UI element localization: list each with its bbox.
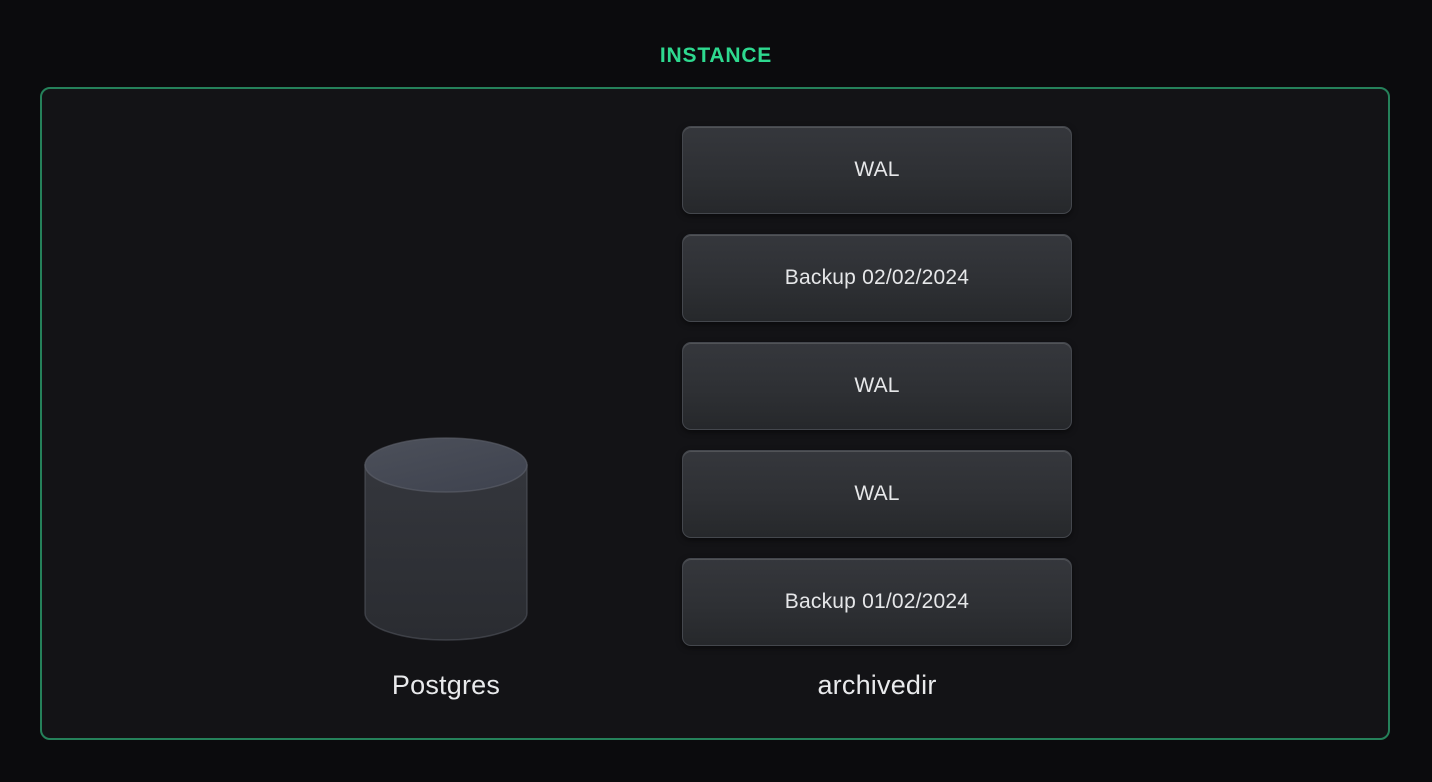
archive-stack: WAL Backup 02/02/2024 WAL WAL Backup 01/02/2… bbox=[682, 126, 1072, 646]
wal-box: WAL bbox=[682, 450, 1072, 538]
wal-box: WAL bbox=[682, 126, 1072, 214]
backup-box: Backup 01/02/2024 bbox=[682, 558, 1072, 646]
wal-box: WAL bbox=[682, 342, 1072, 430]
database-cylinder-icon bbox=[362, 435, 530, 643]
archivedir-label: archivedir bbox=[727, 670, 1027, 701]
instance-boundary: WAL Backup 02/02/2024 WAL WAL Backup 01/02/2… bbox=[40, 87, 1390, 740]
instance-title: INSTANCE bbox=[0, 44, 1432, 68]
diagram-canvas: INSTANCE WALBackup 02/02 bbox=[0, 0, 1432, 782]
postgres-node bbox=[362, 435, 530, 643]
backup-box: Backup 02/02/2024 bbox=[682, 234, 1072, 322]
postgres-label: Postgres bbox=[296, 670, 596, 701]
